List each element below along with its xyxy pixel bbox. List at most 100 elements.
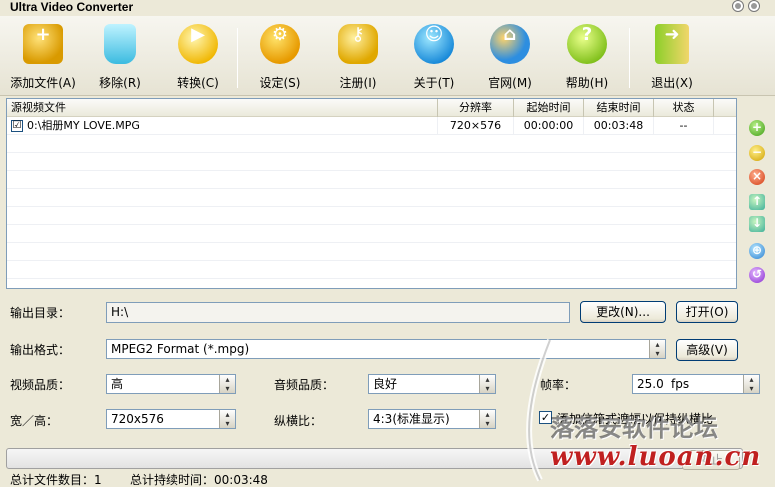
minus-icon[interactable]: − <box>749 145 765 161</box>
empty-row <box>7 279 736 288</box>
key-icon: ⚷ <box>338 24 378 64</box>
output-format-value: MPEG2 Format (*.mpg) <box>111 342 250 356</box>
column-resolution[interactable]: 分辨率 <box>438 99 514 117</box>
user-icon: ☺ <box>414 24 454 64</box>
close-button[interactable] <box>748 0 760 12</box>
minimize-button[interactable] <box>732 0 744 12</box>
dropdown-arrow-icon: ▴ ▾ <box>649 340 665 358</box>
file-list-header: 源视频文件 分辨率 起始时间 结束时间 状态 <box>7 99 736 117</box>
source-file-list[interactable]: 源视频文件 分辨率 起始时间 结束时间 状态 ☑ 0:\相册MY LOVE.MP… <box>6 98 737 289</box>
empty-row <box>7 261 736 279</box>
toolbar-separator <box>629 28 630 88</box>
table-row[interactable]: ☑ 0:\相册MY LOVE.MPG 720×576 00:00:00 00:0… <box>7 117 736 135</box>
row-end-time: 00:03:48 <box>584 117 654 135</box>
progress-bar <box>6 448 743 469</box>
total-duration: 总计持续时间：00:03:48 <box>130 473 268 487</box>
empty-row <box>7 243 736 261</box>
settings-button[interactable]: ⚙ 设定(S) <box>252 24 308 94</box>
exit-label: 退出(X) <box>651 76 693 90</box>
window-title: Ultra Video Converter <box>10 0 134 14</box>
play-icon: ▶ <box>178 24 218 64</box>
exit-door-icon: ➜ <box>655 24 689 64</box>
website-label: 官网(M) <box>488 76 532 90</box>
about-label: 关于(T) <box>413 76 455 90</box>
register-label: 注册(I) <box>339 76 377 90</box>
dropdown-arrow-icon: ▴ ▾ <box>219 410 235 428</box>
remove-label: 移除(R) <box>99 76 141 90</box>
empty-row <box>7 207 736 225</box>
question-icon: ? <box>567 24 607 64</box>
website-button[interactable]: ⌂ 官网(M) <box>482 24 538 94</box>
column-start-time[interactable]: 起始时间 <box>514 99 584 117</box>
convert-label: 转换(C) <box>177 76 219 90</box>
letterbox-label: 添加信箱式遮幅以保持纵横比 <box>557 412 714 426</box>
help-label: 帮助(H) <box>565 76 609 90</box>
aspect-select[interactable]: 4:3(标准显示) ▴ ▾ <box>368 409 496 429</box>
open-dir-button[interactable]: 打开(O) <box>676 301 738 323</box>
row-start-time: 00:00:00 <box>514 117 584 135</box>
register-button[interactable]: ⚷ 注册(I) <box>330 24 386 94</box>
add-file-label: 添加文件(A) <box>10 76 76 90</box>
output-format-label: 输出格式： <box>10 343 71 357</box>
reset-icon[interactable]: ↺ <box>749 267 765 283</box>
move-down-icon[interactable]: ↓ <box>749 216 765 232</box>
framerate-label: 帧率： <box>540 378 577 392</box>
change-dir-button[interactable]: 更改(N)... <box>580 301 666 323</box>
row-resolution: 720×576 <box>438 117 514 135</box>
aspect-value: 4:3(标准显示) <box>373 412 450 426</box>
video-quality-select[interactable]: 高 ▴ ▾ <box>106 374 236 394</box>
audio-quality-select[interactable]: 良好 ▴ ▾ <box>368 374 496 394</box>
folder-add-icon: + <box>23 24 63 64</box>
row-checkbox[interactable]: ☑ <box>11 120 23 132</box>
move-up-icon[interactable]: ↑ <box>749 194 765 210</box>
size-label: 宽／高： <box>10 414 59 428</box>
empty-row <box>7 135 736 153</box>
column-status[interactable]: 状态 <box>654 99 714 117</box>
gear-icon: ⚙ <box>260 24 300 64</box>
title-bar: Ultra Video Converter <box>0 0 775 16</box>
row-path: 0:\相册MY LOVE.MPG <box>27 117 438 135</box>
size-value: 720x576 <box>111 412 164 426</box>
status-bar: 总计文件数目：1 总计持续时间：00:03:48 <box>0 471 775 487</box>
empty-row <box>7 153 736 171</box>
dropdown-arrow-icon: ▴ ▾ <box>479 410 495 428</box>
aspect-label: 纵横比： <box>274 414 323 428</box>
empty-row <box>7 189 736 207</box>
size-select[interactable]: 720x576 ▴ ▾ <box>106 409 236 429</box>
framerate-value: 25.0 <box>637 377 664 391</box>
video-quality-label: 视频品质： <box>10 378 71 392</box>
globe-home-icon: ⌂ <box>490 24 530 64</box>
output-format-select[interactable]: MPEG2 Format (*.mpg) ▴ ▾ <box>106 339 666 359</box>
dropdown-arrow-icon: ▴ ▾ <box>743 375 759 393</box>
convert-button[interactable]: ▶ 转换(C) <box>170 24 226 94</box>
toolbar-separator <box>237 28 238 88</box>
exit-button[interactable]: ➜ 退出(X) <box>644 24 700 94</box>
toolbar: + 添加文件(A) 移除(R) ▶ 转换(C) ⚙ 设定(S) ⚷ 注册(I) … <box>0 16 775 96</box>
delete-icon[interactable]: × <box>749 169 765 185</box>
add-file-button[interactable]: + 添加文件(A) <box>8 24 78 94</box>
audio-quality-value: 良好 <box>373 377 398 391</box>
trash-icon <box>104 24 136 64</box>
empty-row <box>7 171 736 189</box>
framerate-unit: fps <box>671 377 690 391</box>
remove-button[interactable]: 移除(R) <box>92 24 148 94</box>
row-status: -- <box>654 117 714 135</box>
empty-row <box>7 225 736 243</box>
about-button[interactable]: ☺ 关于(T) <box>406 24 462 94</box>
settings-label: 设定(S) <box>259 76 301 90</box>
video-quality-value: 高 <box>111 377 124 391</box>
add-item-icon[interactable]: + <box>749 120 765 136</box>
help-button[interactable]: ? 帮助(H) <box>559 24 615 94</box>
framerate-select[interactable]: 25.0 fps ▴ ▾ <box>632 374 760 394</box>
merge-icon[interactable]: ⊕ <box>749 243 765 259</box>
column-source-file[interactable]: 源视频文件 <box>7 99 438 117</box>
stop-button[interactable]: 停止 <box>682 450 740 470</box>
letterbox-checkbox[interactable]: ✓ <box>539 411 552 424</box>
dropdown-arrow-icon: ▴ ▾ <box>479 375 495 393</box>
advanced-button[interactable]: 高级(V) <box>676 339 738 361</box>
output-dir-field[interactable]: H:\ <box>106 302 570 323</box>
output-dir-label: 输出目录： <box>10 306 71 320</box>
audio-quality-label: 音频品质： <box>274 378 335 392</box>
file-list-rows: ☑ 0:\相册MY LOVE.MPG 720×576 00:00:00 00:0… <box>7 117 736 288</box>
column-end-time[interactable]: 结束时间 <box>584 99 654 117</box>
